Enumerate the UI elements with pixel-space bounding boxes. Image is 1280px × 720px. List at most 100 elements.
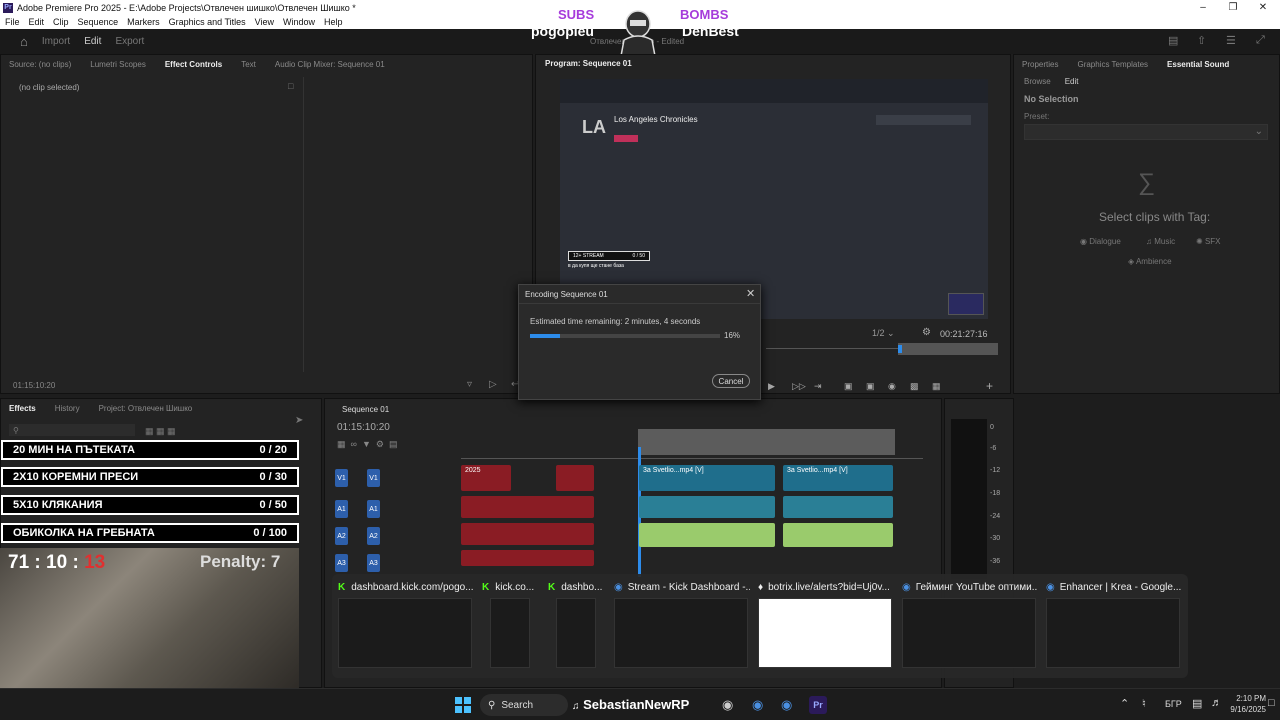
v1-track-target[interactable]: V1 — [367, 469, 380, 487]
audio-clip-a1-1[interactable] — [639, 496, 775, 518]
menu-edit[interactable]: Edit — [29, 17, 45, 27]
new-bin-icon[interactable]: ▦ ▦ ▦ — [145, 426, 176, 437]
taskbar-preview[interactable]: ◉ Гейминг YouTube оптими... — [902, 576, 1038, 680]
wrench-icon[interactable]: ⚙ — [376, 439, 384, 449]
timeline-clip-red-2[interactable] — [556, 465, 594, 491]
filter-icon[interactable]: ▿ — [467, 379, 472, 390]
edit-tab[interactable]: Edit — [84, 36, 101, 47]
menu-view[interactable]: View — [255, 17, 274, 27]
step-forward-icon[interactable]: ▷▷ — [792, 381, 806, 392]
tab-project[interactable]: Project: Отвлечен Шишко — [99, 404, 193, 413]
home-icon[interactable]: ⌂ — [20, 34, 28, 49]
tab-essential-sound[interactable]: Essential Sound — [1167, 60, 1229, 69]
tag-music[interactable]: ♫ Music — [1146, 237, 1175, 246]
audio-clip-a2-2[interactable] — [783, 523, 893, 547]
tab-lumetri-scopes[interactable]: Lumetri Scopes — [90, 60, 146, 69]
cancel-button[interactable]: Cancel — [712, 374, 750, 388]
go-to-out-icon[interactable]: ⇥ — [814, 381, 822, 392]
sequence-tab[interactable]: Sequence 01 — [342, 405, 389, 414]
menu-graphics[interactable]: Graphics and Titles — [169, 17, 246, 27]
caption-icon[interactable]: ▤ — [389, 439, 398, 449]
panel-menu-icon[interactable]: □ — [288, 81, 293, 91]
video-clip-2[interactable]: 3a Svetlio...mp4 [V] — [783, 465, 893, 491]
taskbar-preview[interactable]: Kkick.co... — [482, 576, 540, 680]
timeline-work-area[interactable] — [638, 429, 895, 455]
menu-window[interactable]: Window — [283, 17, 315, 27]
taskbar-app-icon[interactable]: ◉ — [722, 697, 733, 713]
tab-effect-controls[interactable]: Effect Controls — [165, 60, 222, 69]
menu-markers[interactable]: Markers — [127, 17, 160, 27]
vr-icon[interactable]: ▦ — [932, 381, 941, 392]
windows-start-icon[interactable] — [455, 697, 471, 713]
program-zoom-bar[interactable] — [898, 343, 998, 355]
taskbar-preview[interactable]: Kdashbo... — [548, 576, 606, 680]
tray-chevron-icon[interactable]: ⌃ — [1120, 697, 1129, 710]
tab-history[interactable]: History — [55, 404, 80, 413]
microphone-icon[interactable]: ♮ — [1142, 697, 1146, 710]
maximize-button[interactable]: ❐ — [1218, 0, 1248, 15]
a1-source-toggle[interactable]: A1 — [335, 500, 348, 518]
network-icon[interactable]: ▤ — [1192, 697, 1202, 710]
language-indicator[interactable]: БГР — [1165, 699, 1182, 709]
taskbar-clock[interactable]: 2:10 PM 9/16/2025 — [1226, 693, 1266, 715]
extract-icon[interactable]: ▣ — [866, 381, 875, 392]
minimize-button[interactable]: – — [1188, 0, 1218, 15]
notification-icon[interactable]: □ — [1268, 697, 1275, 709]
lift-icon[interactable]: ▣ — [844, 381, 853, 392]
taskbar-preview[interactable]: Kdashboard.kick.com/pogo... — [338, 576, 474, 680]
chrome-taskbar-icon[interactable]: ◉ — [752, 697, 763, 713]
import-tab[interactable]: Import — [42, 36, 70, 47]
subtab-edit[interactable]: Edit — [1065, 77, 1079, 86]
menu-help[interactable]: Help — [324, 17, 343, 27]
menu-clip[interactable]: Clip — [53, 17, 69, 27]
compare-icon[interactable]: ▩ — [910, 381, 919, 392]
audio-clip-a1-2[interactable] — [783, 496, 893, 518]
audio-clip-a2-1[interactable] — [639, 523, 775, 547]
chrome-taskbar-icon-2[interactable]: ◉ — [781, 697, 792, 713]
a2-track-target[interactable]: A2 — [367, 527, 380, 545]
play-button[interactable]: ▶ — [768, 381, 775, 392]
workspaces-icon[interactable]: ▤ — [1168, 34, 1178, 47]
a3-track-target[interactable]: A3 — [367, 554, 380, 572]
fullscreen-icon[interactable]: ☰ — [1226, 34, 1236, 47]
tab-audio-clip-mixer[interactable]: Audio Clip Mixer: Sequence 01 — [275, 60, 385, 69]
effects-search-input[interactable]: ⚲ — [9, 424, 135, 436]
menu-sequence[interactable]: Sequence — [78, 17, 119, 27]
snap-icon[interactable]: ▦ — [337, 439, 346, 449]
audio-clip-red-a2[interactable] — [461, 523, 594, 545]
taskbar-search[interactable]: ⚲ Search — [480, 694, 568, 716]
tag-ambience[interactable]: ◈ Ambience — [1128, 257, 1172, 266]
taskbar-preview[interactable]: ◉ Enhancer | Krea - Google... — [1046, 576, 1182, 680]
volume-icon[interactable]: ♬ — [1211, 697, 1222, 709]
play-only-icon[interactable]: ▷ — [489, 379, 497, 390]
tag-sfx[interactable]: ✺ SFX — [1196, 237, 1221, 246]
export-tab[interactable]: Export — [115, 36, 144, 47]
subtab-browse[interactable]: Browse — [1024, 77, 1051, 86]
tab-graphics-templates[interactable]: Graphics Templates — [1077, 60, 1148, 69]
tag-dialogue[interactable]: ◉ Dialogue — [1080, 237, 1121, 246]
share-icon[interactable]: ⇧ — [1197, 34, 1206, 47]
settings-wrench-icon[interactable]: ⚙ — [922, 327, 931, 338]
a3-source-toggle[interactable]: A3 — [335, 554, 348, 572]
preset-dropdown[interactable]: ⌄ — [1024, 124, 1268, 140]
video-clip-1[interactable]: 3a Svetlio...mp4 [V] — [639, 465, 775, 491]
tab-properties[interactable]: Properties — [1022, 60, 1058, 69]
close-button[interactable]: ✕ — [1248, 0, 1278, 15]
taskbar-preview[interactable]: ♦ botrix.live/alerts?bid=Uj0v... — [758, 576, 894, 680]
zoom-select[interactable]: 1/2 ⌄ — [872, 328, 895, 339]
add-button-icon[interactable]: + — [986, 379, 993, 393]
taskbar-preview[interactable]: ◉ Stream - Kick Dashboard -... — [614, 576, 750, 680]
menu-file[interactable]: File — [5, 17, 20, 27]
timeline-clip-red[interactable]: 2025 — [461, 465, 511, 491]
v1-source-toggle[interactable]: V1 — [335, 469, 348, 487]
audio-clip-red-a3[interactable] — [461, 550, 594, 566]
expand-icon[interactable]: ⤢ — [1256, 34, 1265, 47]
tab-text[interactable]: Text — [241, 60, 256, 69]
a2-source-toggle[interactable]: A2 — [335, 527, 348, 545]
marker-icon[interactable]: ▼ — [362, 439, 371, 449]
selection-tool-icon[interactable]: ➤ — [295, 415, 303, 426]
tab-effects[interactable]: Effects — [9, 404, 36, 413]
dialog-close-icon[interactable]: ✕ — [746, 287, 755, 300]
a1-track-target[interactable]: A1 — [367, 500, 380, 518]
link-icon[interactable]: ∞ — [351, 439, 357, 449]
